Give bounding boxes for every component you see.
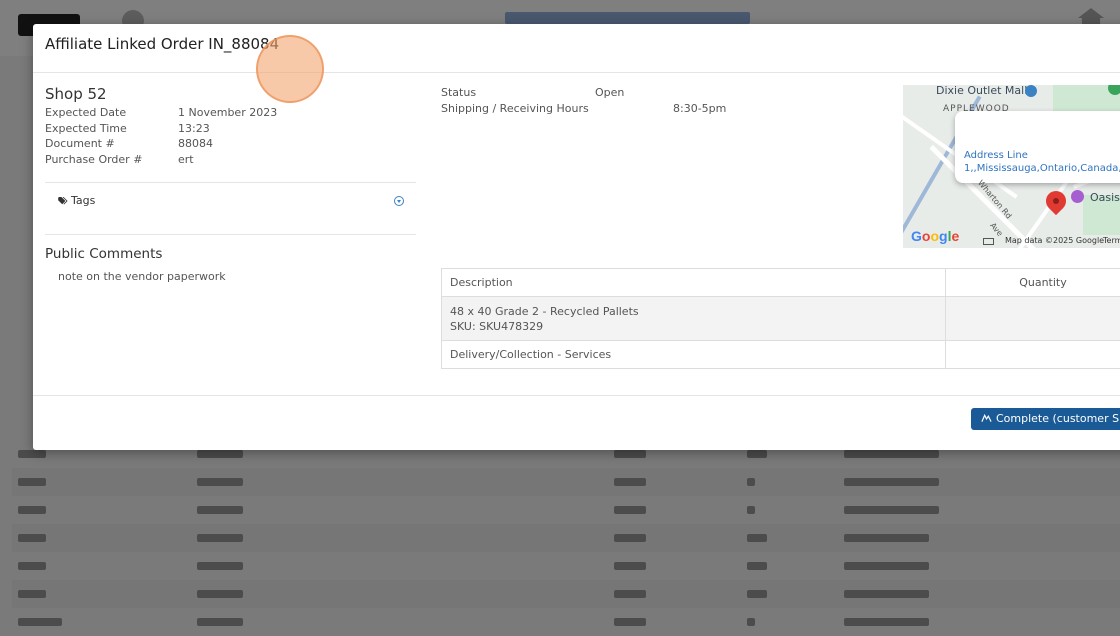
- popup-address-value: 1,,Mississauga,Ontario,Canada,12: [964, 163, 1120, 174]
- item-description: Delivery/Collection - Services: [442, 341, 946, 369]
- detail-value: 88084: [178, 137, 213, 150]
- col-quantity-header: Quantity: [946, 269, 1120, 297]
- complete-signature-button[interactable]: Complete (customer Signature): [971, 408, 1120, 430]
- table-row: Delivery/Collection - Services: [442, 341, 1120, 369]
- items-table: Description Quantity 48 x 40 Grade 2 - R…: [441, 268, 1120, 369]
- detail-label: Expected Time: [45, 122, 127, 135]
- chevron-down-icon[interactable]: [394, 196, 404, 206]
- popup-address-label: Address Line: [964, 150, 1028, 161]
- shopping-icon: [1025, 85, 1037, 97]
- keyboard-icon[interactable]: [983, 238, 994, 245]
- tags-toggle[interactable]: Tags: [58, 194, 95, 207]
- map-attribution: Map data ©2025 Google: [1005, 236, 1104, 245]
- complete-button-label: Complete (customer Signature): [996, 412, 1120, 425]
- col-description-header: Description: [442, 269, 946, 297]
- status-label: Status: [441, 86, 476, 99]
- map-label-mall: Dixie Outlet Mall: [936, 85, 1027, 97]
- tags-icon: [58, 197, 68, 205]
- table-row: 48 x 40 Grade 2 - Recycled Pallets SKU: S…: [442, 297, 1120, 341]
- order-modal: Affiliate Linked Order IN_88084 Shop 52 …: [33, 24, 1120, 450]
- park-icon: [1108, 85, 1120, 95]
- divider: [45, 182, 416, 183]
- item-name: Delivery/Collection - Services: [450, 348, 611, 361]
- hours-label: Shipping / Receiving Hours: [441, 102, 589, 115]
- detail-value: 13:23: [178, 122, 210, 135]
- table-header-row: Description Quantity: [442, 269, 1120, 297]
- detail-value: ert: [178, 153, 194, 166]
- item-quantity: [946, 297, 1120, 341]
- modal-title: Affiliate Linked Order IN_88084: [45, 35, 279, 53]
- public-comments-text: note on the vendor paperwork: [58, 270, 226, 283]
- detail-value: 1 November 2023: [178, 106, 277, 119]
- divider: [45, 234, 416, 235]
- detail-label: Purchase Order #: [45, 153, 142, 166]
- signature-icon: [981, 413, 992, 423]
- item-sku: SKU: SKU478329: [450, 320, 937, 333]
- click-indicator: [256, 35, 324, 103]
- map-footer: Map data ©2025 Google Terms: [903, 234, 1120, 248]
- status-value: Open: [595, 86, 624, 99]
- detail-label: Document #: [45, 137, 115, 150]
- item-quantity: [946, 341, 1120, 369]
- hours-value: 8:30-5pm: [673, 102, 726, 115]
- item-description: 48 x 40 Grade 2 - Recycled Pallets SKU: S…: [442, 297, 946, 341]
- modal-header: Affiliate Linked Order IN_88084: [33, 24, 1120, 73]
- footer-divider: [33, 395, 1120, 396]
- public-comments-title: Public Comments: [45, 246, 162, 262]
- location-map[interactable]: Dixie Outlet Mall APPLEWOOD Address Line…: [903, 85, 1120, 248]
- detail-label: Expected Date: [45, 106, 126, 119]
- item-name: 48 x 40 Grade 2 - Recycled Pallets: [450, 305, 639, 318]
- map-label-poi: Oasis: [1090, 191, 1120, 204]
- shop-name: Shop 52: [45, 85, 107, 103]
- shopping-icon: [1071, 190, 1084, 203]
- tags-label: Tags: [71, 194, 95, 207]
- map-info-popup: Address Line 1,,Mississauga,Ontario,Cana…: [955, 111, 1120, 183]
- map-terms-link[interactable]: Terms: [1103, 236, 1120, 245]
